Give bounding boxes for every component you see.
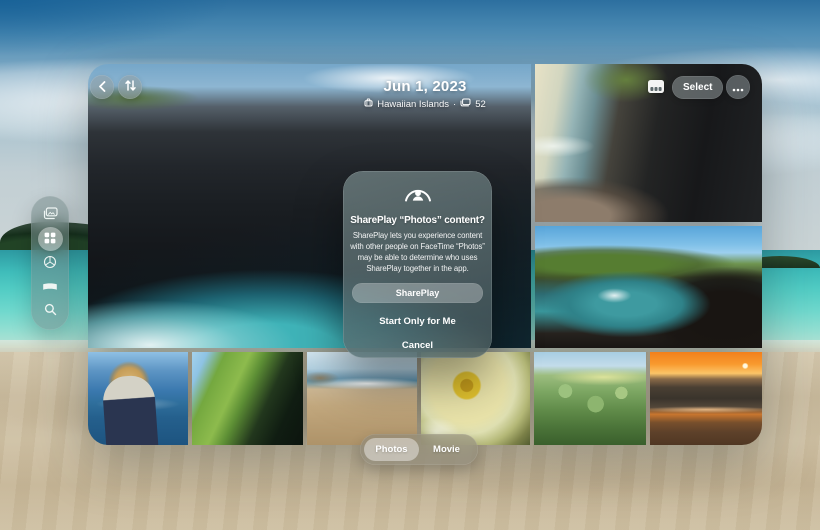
sidebar-tab-bar [31, 196, 69, 330]
shareplay-dialog: SharePlay “Photos” content? SharePlay le… [343, 171, 492, 358]
header-subtitle: Hawaiian Islands · 52 [88, 98, 762, 110]
photos-movie-segmented-control: Photos Movie [360, 434, 478, 465]
location-label: Hawaiian Islands [377, 99, 449, 110]
photo-row-4[interactable] [421, 352, 530, 445]
search-icon [44, 303, 57, 319]
separator-dot: · [453, 99, 456, 110]
sidebar-item-spatial[interactable] [38, 251, 63, 275]
spatial-sphere-icon [43, 255, 57, 272]
sidebar-item-search[interactable] [38, 299, 63, 323]
dialog-title: SharePlay “Photos” content? [350, 215, 485, 226]
start-only-for-me-button[interactable]: Start Only for Me [379, 316, 456, 327]
tab-photos[interactable]: Photos [364, 438, 419, 461]
sidebar-item-panoramas[interactable] [38, 275, 63, 299]
grid-view-button[interactable] [646, 79, 666, 96]
trip-suitcase-icon [364, 98, 373, 110]
panorama-icon [42, 280, 58, 295]
photo-row-1[interactable] [88, 352, 188, 445]
photo-row-6[interactable] [650, 352, 762, 445]
photos-stack-icon [43, 207, 58, 223]
sidebar-item-albums[interactable] [38, 227, 63, 251]
photo-mid-right[interactable] [535, 226, 762, 348]
arrows-up-down-icon [124, 79, 137, 95]
photo-stack-count-icon [460, 98, 471, 110]
photo-count: 52 [475, 99, 486, 110]
back-button[interactable] [90, 75, 114, 99]
cancel-button[interactable]: Cancel [402, 340, 433, 351]
tab-movie[interactable]: Movie [419, 438, 474, 461]
shareplay-button[interactable]: SharePlay [352, 283, 483, 303]
chevron-left-icon [98, 80, 107, 95]
select-button[interactable]: Select [672, 76, 723, 99]
ellipsis-icon [732, 80, 744, 95]
albums-grid-icon [44, 232, 56, 247]
photo-row-5[interactable] [534, 352, 646, 445]
more-button[interactable] [726, 75, 750, 99]
photo-row-2[interactable] [192, 352, 303, 445]
shareplay-icon [403, 182, 433, 207]
grid-view-icon [647, 79, 665, 97]
dialog-body: SharePlay lets you experience content wi… [343, 230, 492, 274]
sidebar-item-photos[interactable] [38, 203, 63, 227]
photo-row-3[interactable] [307, 352, 417, 445]
sort-button[interactable] [118, 75, 142, 99]
